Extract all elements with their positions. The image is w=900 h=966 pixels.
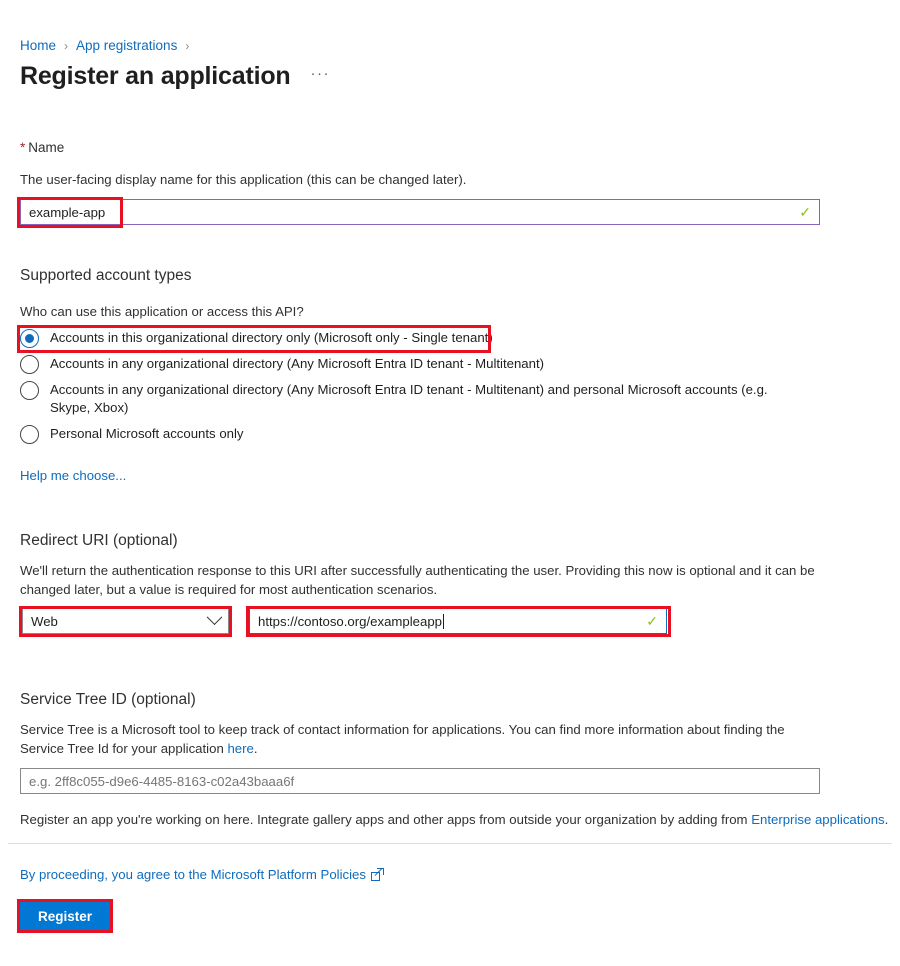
title-row: Register an application ···: [20, 62, 330, 91]
service-tree-here-link[interactable]: here: [227, 741, 253, 756]
text-caret: [443, 613, 445, 629]
service-tree-id-input[interactable]: e.g. 2ff8c055-d9e6-4485-8163-c02a43baaa6…: [20, 768, 820, 794]
breadcrumb-item-home[interactable]: Home: [20, 38, 56, 53]
radio-option-multitenant[interactable]: Accounts in any organizational directory…: [20, 355, 780, 374]
breadcrumb-separator-icon: ›: [185, 38, 190, 53]
breadcrumb-item-app-registrations[interactable]: App registrations: [76, 38, 177, 53]
name-input-value: example-app: [29, 204, 106, 220]
register-button[interactable]: Register: [20, 902, 110, 930]
footer-divider: [8, 843, 892, 844]
gallery-note: Register an app you're working on here. …: [20, 810, 890, 829]
account-types-heading: Supported account types: [20, 267, 192, 284]
external-link-icon: [370, 868, 384, 881]
gallery-note-text: Register an app you're working on here. …: [20, 812, 752, 827]
radio-option-single-tenant[interactable]: Accounts in this organizational director…: [20, 329, 720, 348]
page-title: Register an application: [20, 62, 291, 90]
radio-option-multitenant-and-personal[interactable]: Accounts in any organizational directory…: [20, 381, 810, 417]
breadcrumb: Home › App registrations ›: [20, 38, 197, 53]
platform-policies-row: By proceeding, you agree to the Microsof…: [20, 867, 384, 882]
valid-check-icon: ✓: [646, 613, 658, 629]
breadcrumb-separator-icon: ›: [64, 38, 69, 53]
platform-policies-link[interactable]: By proceeding, you agree to the Microsof…: [20, 867, 366, 882]
name-input[interactable]: example-app ✓: [20, 199, 820, 225]
required-asterisk-icon: *: [20, 140, 26, 155]
radio-icon[interactable]: [20, 425, 39, 444]
service-tree-description-period: .: [253, 741, 258, 756]
name-description: The user-facing display name for this ap…: [20, 172, 467, 187]
redirect-uri-heading: Redirect URI (optional): [20, 532, 178, 549]
name-label-text: Name: [28, 140, 65, 155]
redirect-uri-value: https://contoso.org/exampleapp: [258, 613, 443, 629]
service-tree-heading: Service Tree ID (optional): [20, 691, 196, 708]
redirect-uri-platform-select[interactable]: Web: [22, 608, 229, 634]
service-tree-description-text: Service Tree is a Microsoft tool to keep…: [20, 722, 785, 756]
account-types-question: Who can use this application or access t…: [20, 304, 304, 319]
help-me-choose-link[interactable]: Help me choose...: [20, 468, 126, 483]
name-label: * Name: [20, 140, 64, 155]
service-tree-id-placeholder: e.g. 2ff8c055-d9e6-4485-8163-c02a43baaa6…: [29, 773, 295, 789]
overflow-menu-icon[interactable]: ···: [310, 65, 330, 88]
redirect-uri-platform-value: Web: [31, 613, 58, 629]
radio-label: Accounts in any organizational directory…: [50, 382, 768, 415]
radio-label: Personal Microsoft accounts only: [50, 426, 244, 441]
radio-icon[interactable]: [20, 381, 39, 400]
gallery-note-period: .: [884, 812, 889, 827]
redirect-uri-input[interactable]: https://contoso.org/exampleapp ✓: [249, 608, 667, 634]
radio-icon-selected[interactable]: [20, 329, 39, 348]
service-tree-description: Service Tree is a Microsoft tool to keep…: [20, 720, 790, 758]
radio-label: Accounts in any organizational directory…: [50, 356, 545, 371]
valid-check-icon: ✓: [799, 204, 811, 220]
radio-label: Accounts in this organizational director…: [50, 330, 493, 345]
chevron-down-icon: [206, 608, 223, 625]
radio-option-personal-only[interactable]: Personal Microsoft accounts only: [20, 425, 720, 444]
register-application-page: Home › App registrations › Register an a…: [0, 0, 900, 966]
redirect-uri-description: We'll return the authentication response…: [20, 563, 815, 597]
enterprise-applications-link[interactable]: Enterprise applications: [751, 812, 884, 827]
radio-icon[interactable]: [20, 355, 39, 374]
